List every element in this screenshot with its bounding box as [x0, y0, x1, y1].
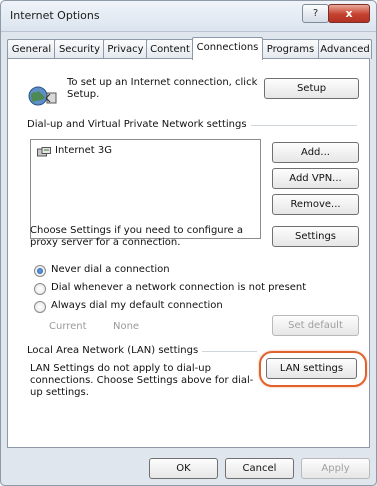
apply-button[interactable]: Apply	[301, 458, 370, 479]
tab-content[interactable]: Content	[146, 39, 194, 59]
radio-dial-when-not-present[interactable]	[34, 283, 46, 295]
ok-button[interactable]: OK	[149, 458, 218, 479]
lan-section-label: Local Area Network (LAN) settings	[27, 345, 203, 356]
cancel-button[interactable]: Cancel	[225, 458, 294, 479]
add-button[interactable]: Add...	[272, 142, 359, 163]
internet-options-dialog: Internet Options ? x General Security Pr…	[0, 0, 377, 486]
tab-security[interactable]: Security	[54, 39, 105, 59]
help-button[interactable]: ?	[302, 4, 329, 23]
proxy-description: Choose Settings if you need to configure…	[30, 225, 243, 248]
tab-advanced[interactable]: Advanced	[318, 39, 372, 59]
radio-always-dial[interactable]	[34, 301, 46, 313]
tab-connections[interactable]: Connections	[192, 37, 263, 60]
remove-button[interactable]: Remove...	[272, 194, 359, 215]
lan-settings-highlight-ring	[259, 351, 367, 387]
network-globe-icon	[28, 86, 57, 106]
radio-selected-dot	[37, 268, 43, 274]
connection-name: Internet 3G	[55, 145, 112, 156]
setup-description: To set up an Internet connection, click …	[67, 77, 258, 100]
title-bar[interactable]: Internet Options ? x	[1, 1, 376, 32]
lan-description: LAN Settings do not apply to dial-up con…	[30, 363, 254, 398]
radio-dial-when-not-present-label[interactable]: Dial whenever a network connection is no…	[51, 282, 306, 294]
modem-connection-icon	[37, 147, 51, 157]
add-vpn-button[interactable]: Add VPN...	[272, 168, 359, 189]
current-value: None	[113, 321, 140, 332]
tab-programs[interactable]: Programs	[261, 39, 320, 59]
radio-never-dial-label[interactable]: Never dial a connection	[51, 264, 170, 276]
set-default-button[interactable]: Set default	[272, 315, 359, 336]
window-title: Internet Options	[10, 9, 100, 22]
setup-button[interactable]: Setup	[264, 78, 359, 99]
close-button[interactable]: x	[328, 4, 370, 23]
tab-general[interactable]: General	[7, 39, 56, 59]
settings-button[interactable]: Settings	[272, 226, 359, 247]
dialup-section-label: Dial-up and Virtual Private Network sett…	[27, 119, 251, 130]
tab-privacy[interactable]: Privacy	[103, 39, 148, 59]
current-label: Current	[49, 321, 87, 332]
radio-never-dial[interactable]	[34, 265, 46, 277]
connection-list[interactable]: Internet 3G	[30, 139, 261, 239]
tab-strip: General Security Privacy Content Connect…	[7, 37, 372, 60]
radio-always-dial-label[interactable]: Always dial my default connection	[51, 300, 223, 312]
